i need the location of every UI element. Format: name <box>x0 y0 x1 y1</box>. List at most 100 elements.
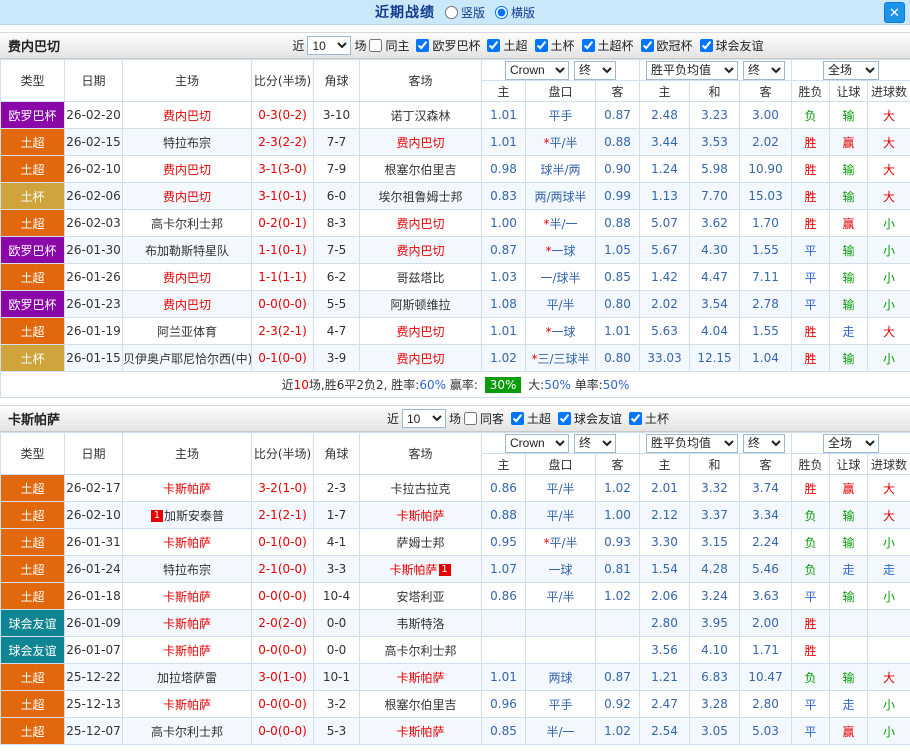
close-button[interactable]: ✕ <box>884 2 905 23</box>
summary-segment: 大: <box>524 378 545 392</box>
avg-odds-select[interactable]: 胜平负均值 <box>646 433 739 453</box>
home-team-cell: 卡斯帕萨 <box>122 690 252 718</box>
competition-filter[interactable]: 土杯 <box>534 37 575 54</box>
goals-result-cell: 小 <box>867 717 910 745</box>
corner-cell: 6-2 <box>313 263 360 291</box>
home-team-name: 特拉布宗 <box>162 135 211 150</box>
away-team-cell: 根塞尔伯里吉 <box>359 155 482 183</box>
away-team-cell: 卡拉古拉克 <box>359 474 482 502</box>
goals-result-cell: 大 <box>867 155 910 183</box>
home-odds-cell: 1.01 <box>481 663 526 691</box>
competition-checkbox[interactable] <box>416 39 430 52</box>
competition-filter[interactable]: 球会友谊 <box>699 37 764 54</box>
team-section: 卡斯帕萨近 10 场同客 土超 球会友谊 土杯 类型 日期 主场 比分(半场) 角球 客场 Crown 终… <box>0 405 910 745</box>
competition-filter[interactable]: 土杯 <box>629 410 669 427</box>
competition-checkbox[interactable] <box>534 39 548 52</box>
summary-segment: 50% <box>544 378 571 392</box>
vertical-layout-radio[interactable] <box>444 5 458 19</box>
goals-result-cell: 小 <box>867 290 910 318</box>
handicap-cell: 半/一 <box>525 717 596 745</box>
score-cell: 3-1(3-0) <box>251 155 314 183</box>
final-odds-select[interactable]: 终 <box>574 60 616 80</box>
competition-filter[interactable]: 土超杯 <box>581 37 634 54</box>
home-team-name: 费内巴切 <box>162 162 211 177</box>
layout-radio-horizontal[interactable]: 横版 <box>495 4 535 21</box>
competition-cell: 土超 <box>0 128 65 156</box>
competition-checkbox[interactable] <box>511 412 524 425</box>
date-cell: 26-01-30 <box>64 236 123 264</box>
bookmaker-select[interactable]: Crown <box>505 60 569 80</box>
away-team-cell: 安塔利亚 <box>359 582 482 610</box>
goals-result-cell: 小 <box>867 236 910 264</box>
handicap-text: 三/三球半 <box>537 351 590 366</box>
avg-home-cell: 1.21 <box>639 663 691 691</box>
avg-draw-cell: 3.37 <box>689 501 741 529</box>
score-cell: 0-2(0-1) <box>251 209 314 237</box>
near-count-select[interactable]: 10 <box>401 409 446 428</box>
final-odds-select[interactable]: 终 <box>574 433 616 453</box>
near-label: 近 <box>386 412 399 426</box>
result-cell: 胜 <box>791 155 831 183</box>
summary-segment: 场,胜6平2负2, 胜率: <box>308 378 420 392</box>
corner-cell: 7-5 <box>313 236 360 264</box>
sub-goals-header: 进球数 <box>867 453 910 475</box>
away-team-cell: 韦斯特洛 <box>359 609 482 637</box>
same-venue-filter[interactable]: 同客 <box>463 410 504 427</box>
avg-odds-select[interactable]: 胜平负均值 <box>646 60 739 80</box>
home-odds-cell: 0.83 <box>481 182 526 210</box>
competition-checkbox[interactable] <box>581 39 595 52</box>
away-team-name: 高卡尔利士邦 <box>384 643 457 658</box>
competition-checkbox[interactable] <box>487 39 501 52</box>
handicap-text: 一球 <box>551 324 576 339</box>
sub-avg-draw-header: 和 <box>689 453 741 475</box>
final-avg-select[interactable]: 终 <box>743 60 786 80</box>
competition-checkbox[interactable] <box>699 39 713 52</box>
competition-label: 欧冠杯 <box>656 39 693 53</box>
bookmaker-select[interactable]: Crown <box>505 433 569 453</box>
competition-filter[interactable]: 土超 <box>487 37 528 54</box>
competition-filter[interactable]: 球会友谊 <box>558 410 622 427</box>
full-match-select[interactable]: 全场 <box>823 433 880 453</box>
col-score-header: 比分(半场) <box>251 59 314 102</box>
competition-filter[interactable]: 欧罗巴杯 <box>416 37 480 54</box>
avg-home-cell: 2.06 <box>639 582 691 610</box>
bookmaker-selects: Crown 终 <box>483 60 639 80</box>
corner-cell: 10-1 <box>313 663 360 691</box>
red-card-badge: 1 <box>150 510 163 522</box>
near-count-select[interactable]: 10 <box>307 36 352 55</box>
competition-filter[interactable]: 欧冠杯 <box>640 37 693 54</box>
goals-result-cell: 小 <box>867 690 910 718</box>
match-row: 土超 25-12-13 卡斯帕萨 0-0(0-0) 3-2 根塞尔伯里吉 0.96 平手 0.9… <box>0 690 910 718</box>
competition-filter[interactable]: 土超 <box>511 410 551 427</box>
horizontal-layout-radio[interactable] <box>495 5 508 19</box>
competition-checkbox[interactable] <box>640 39 654 52</box>
final-avg-select[interactable]: 终 <box>743 433 786 453</box>
competition-cell: 土超 <box>0 717 65 745</box>
avg-draw-cell: 3.23 <box>689 101 741 129</box>
avg-draw-cell: 12.15 <box>689 344 741 372</box>
competition-checkbox[interactable] <box>629 412 643 425</box>
corner-cell: 7-9 <box>313 155 360 183</box>
away-odds-cell: 0.99 <box>594 182 641 210</box>
goals-result-cell: 走 <box>867 555 910 583</box>
competition-checkbox[interactable] <box>558 412 572 425</box>
sub-avg-home-header: 主 <box>639 80 691 102</box>
corner-cell: 1-7 <box>313 501 360 529</box>
home-team-cell: 费内巴切 <box>122 290 252 318</box>
full-match-select[interactable]: 全场 <box>823 60 880 80</box>
same-venue-filter[interactable]: 同主 <box>369 37 409 54</box>
layout-radio-vertical[interactable]: 竖版 <box>444 4 485 21</box>
home-team-cell: 卡斯帕萨 <box>122 582 252 610</box>
date-cell: 25-12-07 <box>64 717 123 745</box>
home-odds-cell: 0.86 <box>481 474 526 502</box>
avg-draw-cell: 3.28 <box>689 690 741 718</box>
sub-avg-away-header: 客 <box>739 80 793 102</box>
avg-draw-cell: 4.47 <box>689 263 741 291</box>
same-venue-checkbox[interactable] <box>463 412 477 425</box>
corner-cell: 0-0 <box>313 609 360 637</box>
same-venue-checkbox[interactable] <box>369 39 383 52</box>
competition-cell: 土超 <box>0 528 65 556</box>
result-cell: 胜 <box>791 128 831 156</box>
sub-result-header: 胜负 <box>791 453 831 475</box>
date-cell: 26-01-15 <box>64 344 123 372</box>
